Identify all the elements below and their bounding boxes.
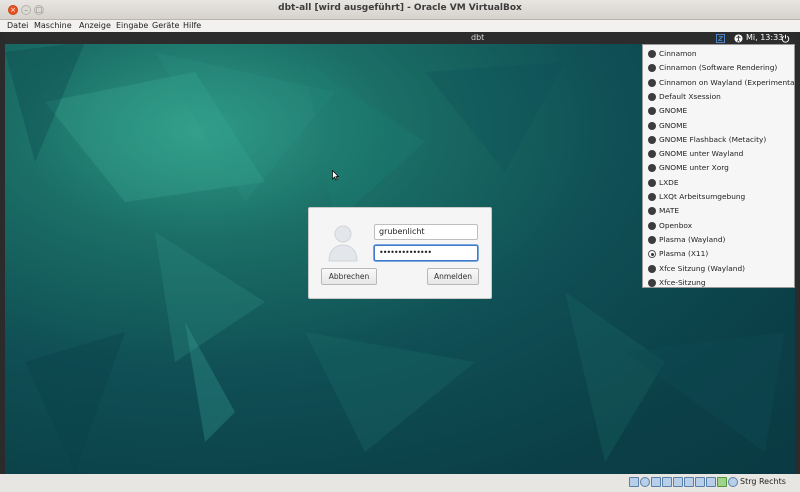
user-avatar-icon [328, 225, 358, 262]
menu-hilfe[interactable]: Hilfe [183, 21, 201, 30]
session-chooser-icon[interactable] [716, 34, 725, 43]
session-item[interactable]: Cinnamon [643, 47, 794, 61]
display-icon[interactable] [695, 477, 705, 487]
menu-maschine[interactable]: Maschine [34, 21, 72, 30]
session-item[interactable]: Xfce Sitzung (Wayland) [643, 262, 794, 276]
cpu-activity-icon[interactable] [717, 477, 727, 487]
session-item[interactable]: GNOME [643, 104, 794, 118]
power-icon[interactable] [781, 34, 790, 43]
session-item[interactable]: LXDE [643, 176, 794, 190]
hard-disk-icon[interactable] [629, 477, 639, 487]
session-item[interactable]: Cinnamon (Software Rendering) [643, 61, 794, 75]
menubar: Datei Maschine Anzeige Eingabe Geräte Hi… [0, 20, 800, 32]
session-item[interactable]: GNOME unter Xorg [643, 161, 794, 175]
radio-icon [648, 278, 656, 287]
window-title: dbt-all [wird ausgeführt] - Oracle VM Vi… [278, 3, 522, 13]
session-item-selected[interactable]: Plasma (X11) [643, 247, 794, 261]
session-item[interactable]: GNOME [643, 119, 794, 133]
network-icon[interactable] [662, 477, 672, 487]
radio-icon [648, 178, 656, 187]
radio-icon [648, 150, 656, 159]
accessibility-icon[interactable] [734, 34, 743, 43]
radio-icon [648, 92, 656, 101]
session-item[interactable]: Xfce-Sitzung [643, 276, 794, 290]
session-menu: Cinnamon Cinnamon (Software Rendering) C… [642, 44, 795, 288]
mouse-pointer-icon [332, 170, 339, 181]
guest-top-panel: dbt Mi, 13:33 [5, 32, 795, 44]
session-item[interactable]: GNOME Flashback (Metacity) [643, 133, 794, 147]
statusbar: Strg Rechts [0, 474, 800, 492]
optical-drive-icon[interactable] [640, 477, 650, 487]
radio-icon [648, 135, 656, 144]
cancel-button[interactable]: Abbrechen [321, 268, 377, 285]
radio-icon [648, 121, 656, 130]
login-dialog: grubenlicht •••••••••••••• Abbrechen Anm… [308, 207, 492, 299]
menu-geraete[interactable]: Geräte [152, 21, 179, 30]
menu-anzeige[interactable]: Anzeige [79, 21, 111, 30]
session-item[interactable]: Default Xsession [643, 90, 794, 104]
radio-icon [648, 264, 656, 273]
radio-icon [648, 164, 656, 173]
radio-icon [648, 193, 656, 201]
menu-eingabe[interactable]: Eingabe [116, 21, 148, 30]
session-item[interactable]: Openbox [643, 219, 794, 233]
shared-folders-icon[interactable] [684, 477, 694, 487]
session-item[interactable]: LXQt Arbeitsumgebung [643, 190, 794, 204]
usb-icon[interactable] [673, 477, 683, 487]
clock[interactable]: Mi, 13:33 [746, 33, 783, 42]
radio-icon [648, 50, 656, 58]
session-item[interactable]: GNOME unter Wayland [643, 147, 794, 161]
radio-icon [648, 207, 656, 216]
radio-icon [648, 78, 656, 87]
username-field[interactable]: grubenlicht [374, 224, 478, 240]
video-capture-icon[interactable] [706, 477, 716, 487]
guest-display[interactable]: dbt Mi, 13:33 Cinnamon Cinnamon (Softwar… [5, 32, 795, 474]
radio-icon [648, 235, 656, 244]
audio-icon[interactable] [651, 477, 661, 487]
window-titlebar: × – □ dbt-all [wird ausgeführt] - Oracle… [0, 0, 800, 20]
menu-datei[interactable]: Datei [7, 21, 28, 30]
login-button[interactable]: Anmelden [427, 268, 479, 285]
radio-icon [648, 107, 656, 116]
session-item[interactable]: Plasma (Wayland) [643, 233, 794, 247]
hostname-label: dbt [471, 33, 485, 42]
mouse-integration-icon[interactable] [728, 477, 738, 487]
radio-selected-icon [648, 250, 656, 259]
password-field[interactable]: •••••••••••••• [374, 245, 478, 261]
radio-icon [648, 64, 656, 73]
radio-icon [648, 221, 656, 230]
session-item[interactable]: MATE [643, 204, 794, 218]
session-item[interactable]: Cinnamon on Wayland (Experimental) [643, 76, 795, 90]
host-key-label[interactable]: Strg Rechts [740, 477, 786, 486]
